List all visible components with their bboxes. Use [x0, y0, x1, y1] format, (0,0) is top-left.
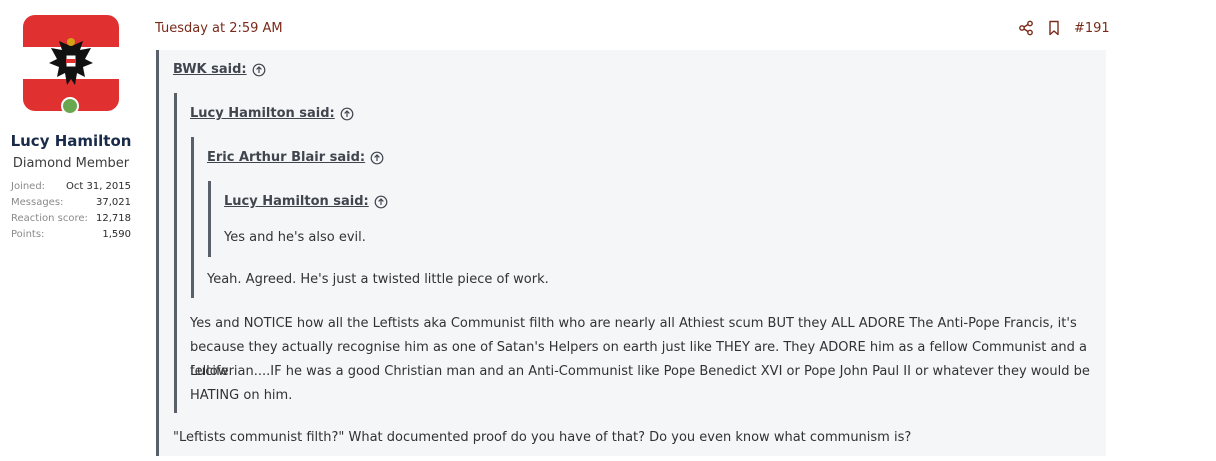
quote-bar: [191, 137, 194, 298]
post-actions: #191: [1018, 20, 1110, 36]
online-status-icon: [61, 97, 79, 115]
quote-author-label[interactable]: BWK said:: [173, 62, 247, 77]
bookmark-icon[interactable]: [1046, 20, 1062, 36]
jump-to-quote-icon[interactable]: [374, 195, 388, 209]
stat-value: 12,718: [96, 213, 131, 224]
user-stats: Joined: Oct 31, 2015 Messages: 37,021 Re…: [11, 179, 131, 243]
user-title: Diamond Member: [12, 156, 130, 171]
eagle-emblem: [49, 38, 93, 85]
jump-to-quote-icon[interactable]: [252, 63, 266, 77]
quote-text-line: Yes and NOTICE how all the Leftists aka …: [190, 316, 1077, 331]
reply-text: "Leftists communist filth?" What documen…: [173, 430, 912, 445]
quote-text: Yeah. Agreed. He's just a twisted little…: [207, 272, 549, 287]
stat-key: Messages:: [11, 197, 64, 208]
quote-author-label[interactable]: Lucy Hamilton said:: [190, 106, 335, 121]
quote-text-line: HATING on him.: [190, 388, 293, 403]
quote-author-label[interactable]: Lucy Hamilton said:: [224, 194, 369, 209]
stat-joined: Joined: Oct 31, 2015: [11, 179, 131, 195]
post-number[interactable]: #191: [1074, 21, 1110, 36]
stat-value: Oct 31, 2015: [66, 181, 131, 192]
post-container: Lucy Hamilton Diamond Member Joined: Oct…: [0, 0, 1216, 461]
quote-text: Yes and he's also evil.: [224, 230, 366, 245]
stat-value: 37,021: [96, 197, 131, 208]
post-body: BWK said: Lucy Hamilton said: Eric Arthu…: [156, 50, 1106, 456]
quote-bar: [208, 181, 211, 257]
quote-author-label[interactable]: Eric Arthur Blair said:: [207, 150, 365, 165]
quote-author-bwk[interactable]: BWK said:: [173, 62, 266, 77]
stat-points: Points: 1,590: [11, 227, 131, 243]
stat-reaction-score: Reaction score: 12,718: [11, 211, 131, 227]
stat-key: Points:: [11, 229, 45, 240]
stat-key: Reaction score:: [11, 213, 88, 224]
stat-value: 1,590: [102, 229, 131, 240]
post-date[interactable]: Tuesday at 2:59 AM: [155, 21, 283, 36]
share-icon[interactable]: [1018, 20, 1034, 36]
quote-author-eric[interactable]: Eric Arthur Blair said:: [207, 150, 384, 165]
quote-author-lucy[interactable]: Lucy Hamilton said:: [190, 106, 354, 121]
jump-to-quote-icon[interactable]: [370, 151, 384, 165]
stat-messages: Messages: 37,021: [11, 195, 131, 211]
quote-bar: [174, 93, 177, 413]
stat-key: Joined:: [11, 181, 46, 192]
quote-author-lucy-inner[interactable]: Lucy Hamilton said:: [224, 194, 388, 209]
jump-to-quote-icon[interactable]: [340, 107, 354, 121]
username[interactable]: Lucy Hamilton: [0, 132, 142, 150]
quote-text-line: Luciferian....IF he was a good Christian…: [190, 364, 1090, 379]
